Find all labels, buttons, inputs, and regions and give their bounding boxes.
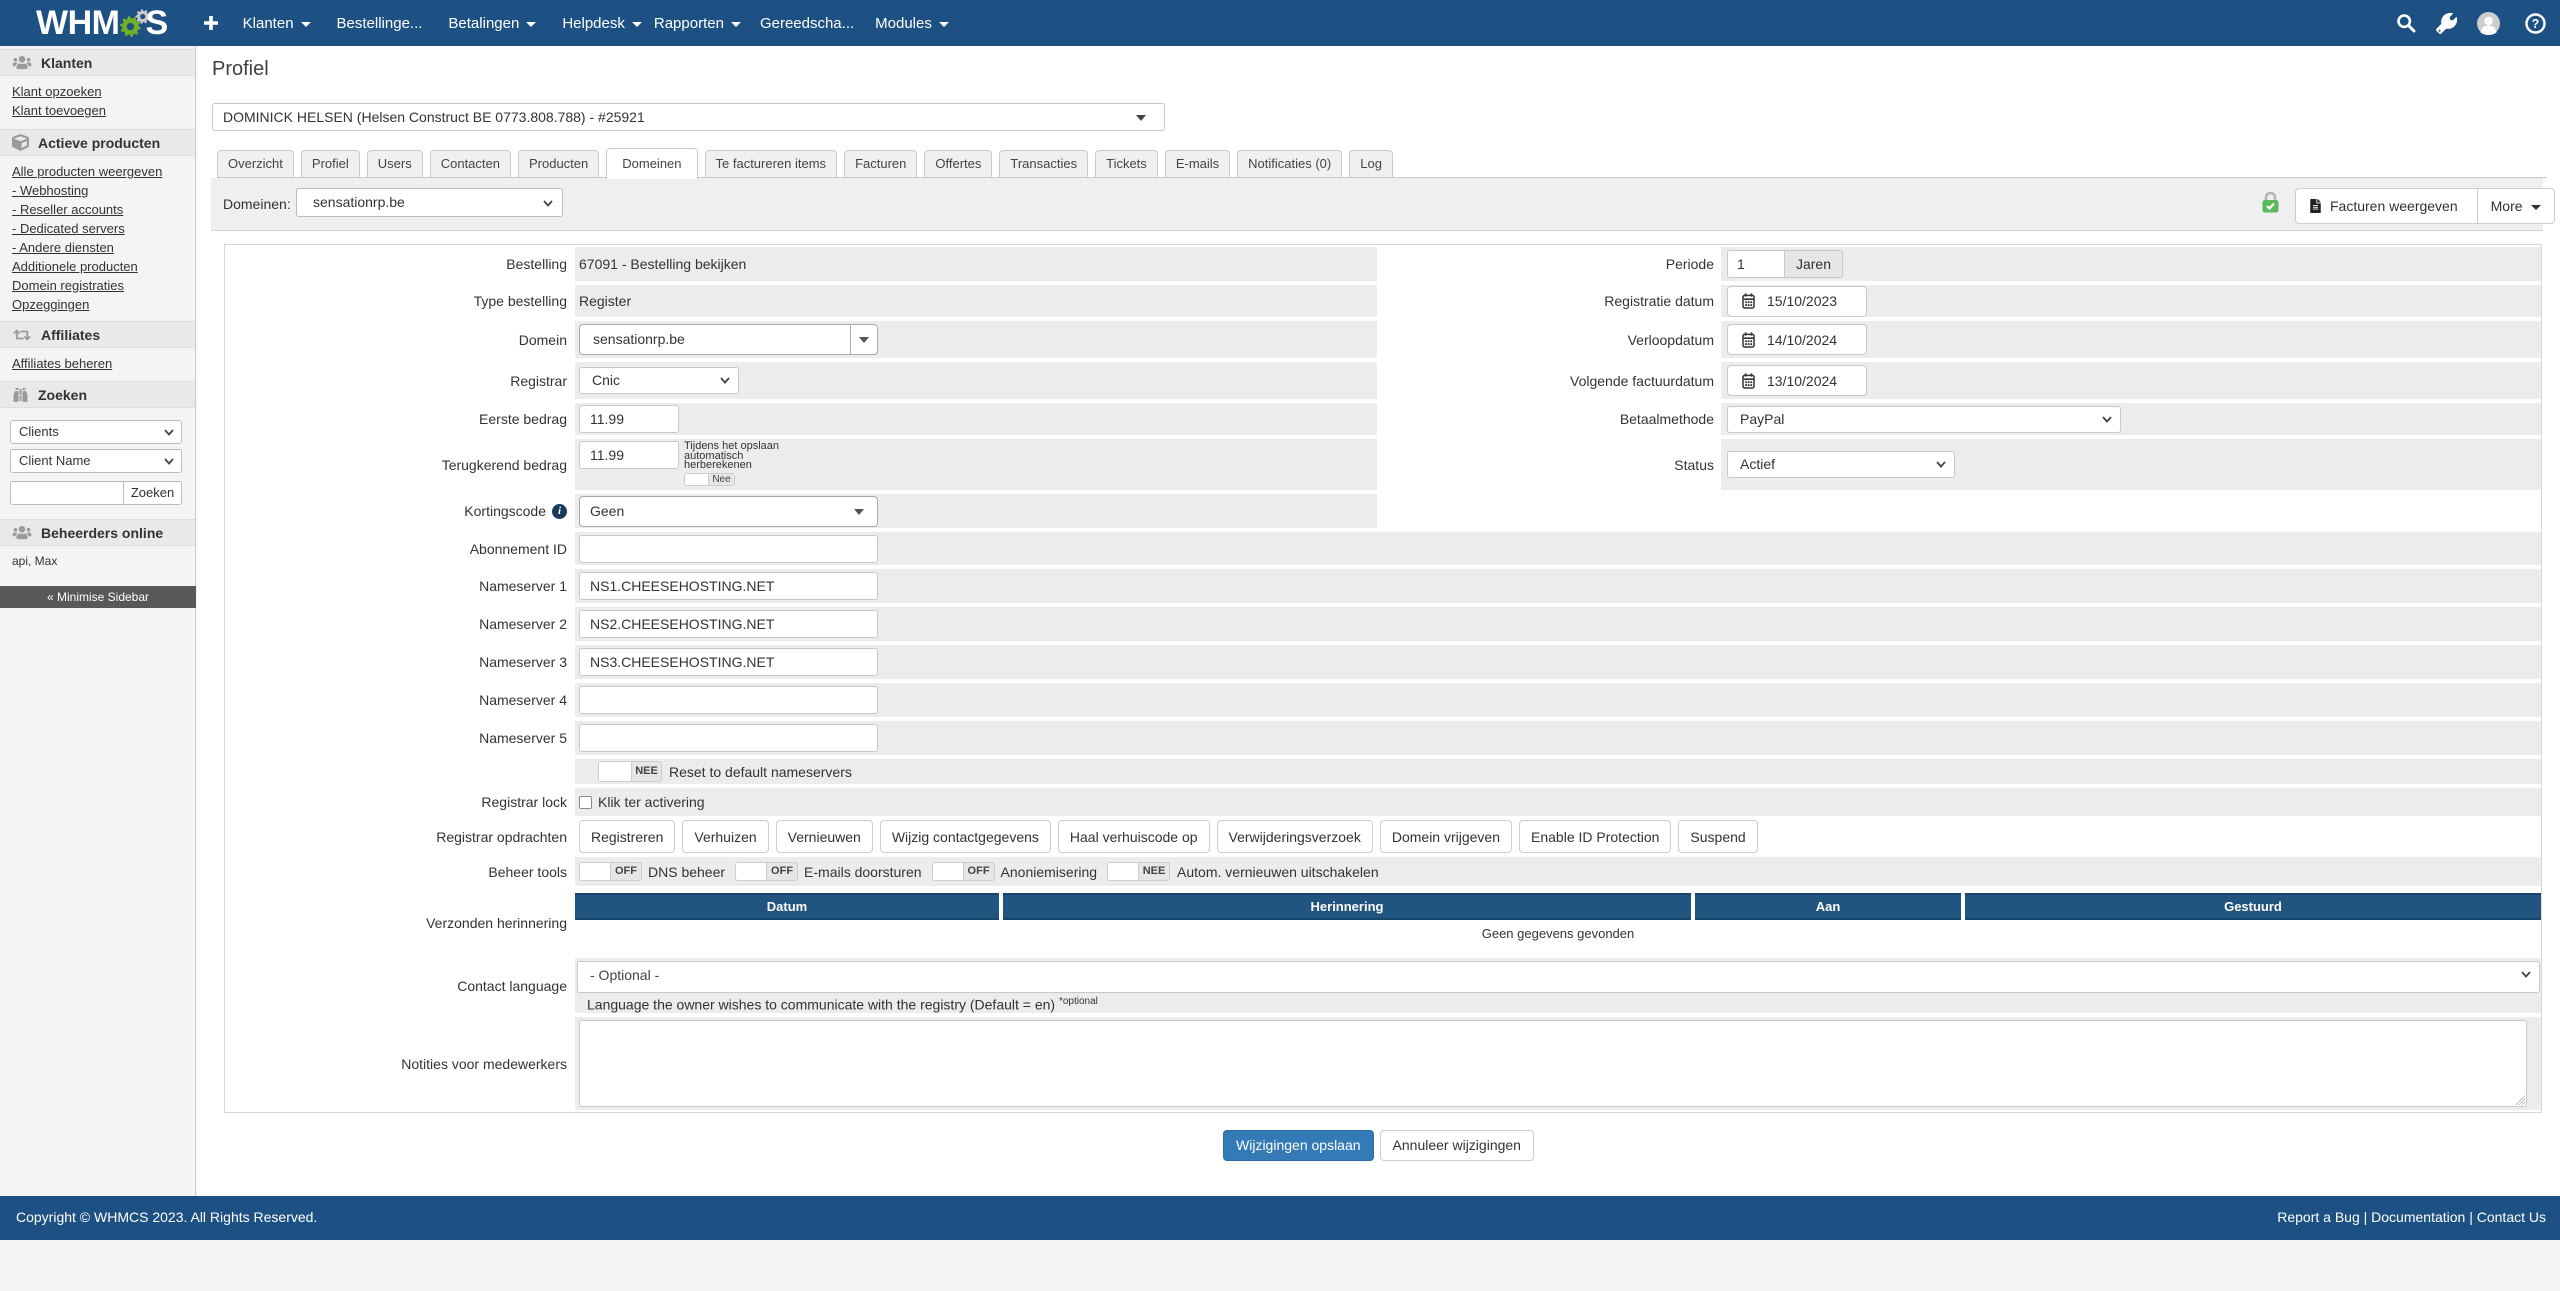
svg-text:?: ? xyxy=(2532,17,2540,31)
